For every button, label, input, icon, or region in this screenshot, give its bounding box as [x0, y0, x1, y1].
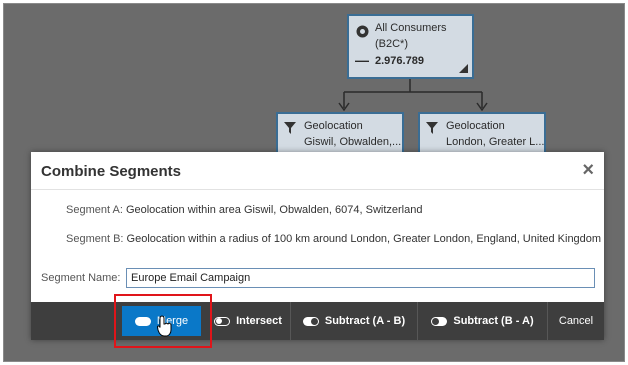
node-b-title: Geolocation [446, 120, 505, 132]
collapse-icon[interactable]: — [355, 52, 369, 68]
segment-a-label: Segment A: [66, 204, 123, 216]
subtract-b-a-label: Subtract (B - A) [453, 315, 534, 327]
subtract-a-b-toggle-icon [302, 316, 319, 326]
resize-corner-icon[interactable] [459, 64, 468, 73]
segment-b-row: Segment B: Geolocation within a radius o… [66, 233, 601, 245]
segment-name-row: Segment Name: [41, 272, 120, 284]
node-b-subtitle: London, Greater L... [446, 136, 545, 148]
segment-b-value: Geolocation within a radius of 100 km ar… [126, 233, 602, 245]
intersect-label: Intersect [236, 315, 282, 327]
segment-a-row: Segment A: Geolocation within area Giswi… [66, 204, 422, 216]
filter-icon [426, 122, 438, 137]
root-title: All Consumers [375, 22, 447, 34]
hand-cursor-icon [156, 315, 173, 342]
segment-canvas: All Consumers (B2C*) — 2.976.789 Geoloca… [3, 3, 625, 362]
segment-node-root[interactable]: All Consumers (B2C*) — 2.976.789 [347, 14, 474, 79]
filter-icon [284, 122, 296, 137]
segment-b-label: Segment B: [66, 233, 124, 245]
cancel-label: Cancel [558, 315, 594, 327]
subtract-b-a-toggle-icon [431, 316, 448, 326]
node-a-subtitle: Giswil, Obwalden,... [304, 136, 402, 148]
subtract-a-b-button[interactable]: Subtract (A - B) [290, 302, 417, 340]
root-subtitle: (B2C*) [375, 38, 409, 50]
node-a-title: Geolocation [304, 120, 363, 132]
dialog-header: Combine Segments × [31, 152, 604, 190]
segment-name-input[interactable] [126, 268, 595, 288]
segment-cube-icon [356, 25, 369, 41]
dialog-title: Combine Segments [41, 163, 182, 180]
subtract-b-a-button[interactable]: Subtract (B - A) [417, 302, 547, 340]
intersect-toggle-icon [214, 316, 231, 326]
cancel-button[interactable]: Cancel [547, 302, 604, 340]
segment-name-label: Segment Name: [41, 272, 121, 284]
intersect-button[interactable]: Intersect [206, 302, 290, 340]
subtract-a-b-label: Subtract (A - B) [324, 315, 406, 327]
root-count: 2.976.789 [375, 55, 424, 67]
close-icon[interactable]: × [582, 160, 594, 180]
segment-a-value: Geolocation within area Giswil, Obwalden… [125, 204, 423, 216]
